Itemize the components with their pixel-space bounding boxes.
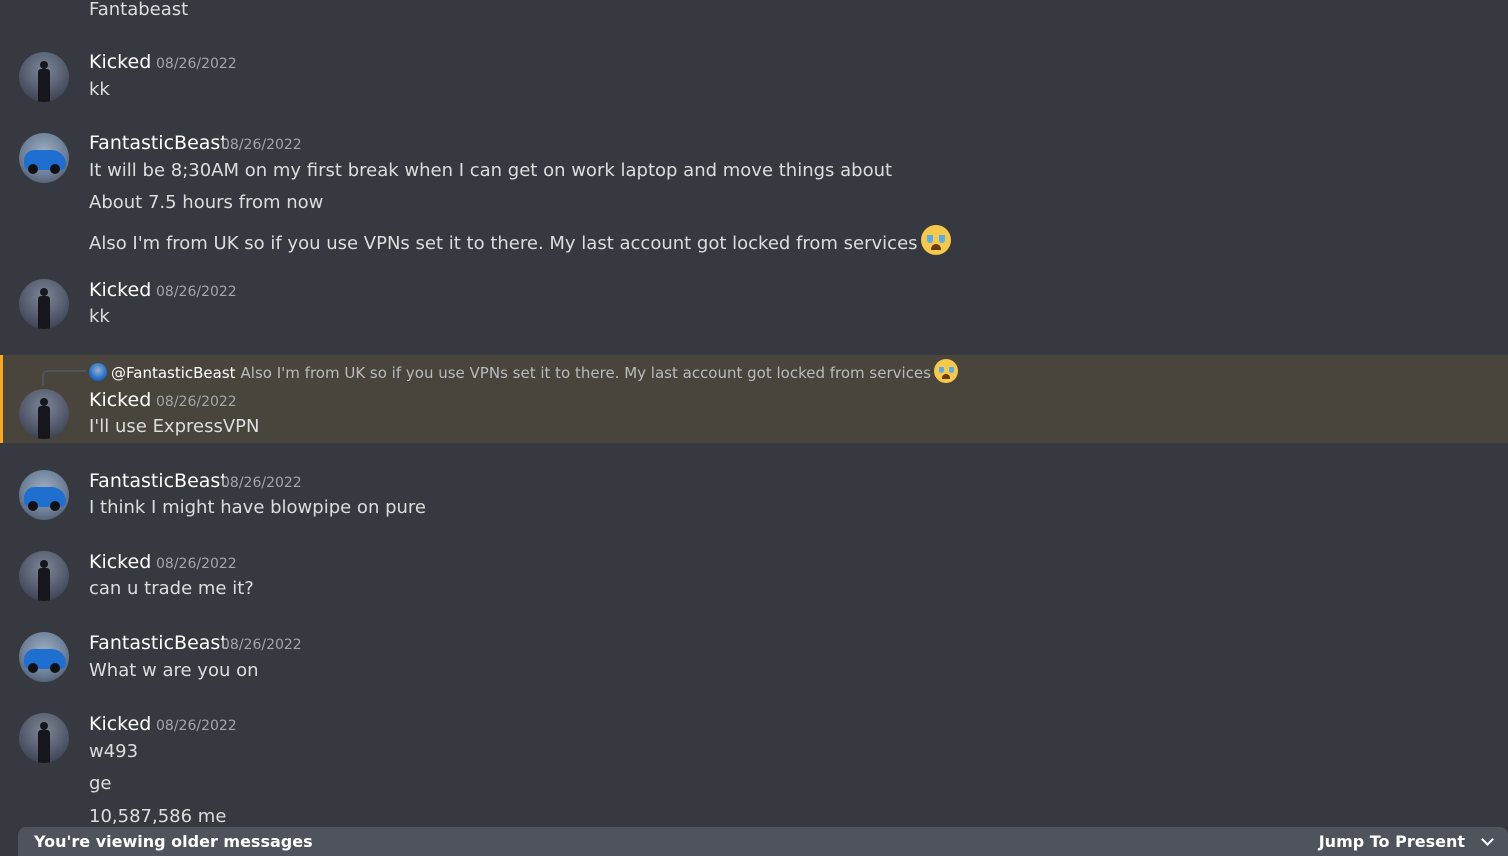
reply-preview-text[interactable]: Also I'm from UK so if you use VPNs set … (241, 364, 931, 382)
timestamp: 08/26/2022 (156, 556, 237, 572)
message-text-with-emoji: Also I'm from UK so if you use VPNs set … (89, 225, 951, 256)
timestamp: 08/26/2022 (156, 394, 237, 410)
username[interactable]: Kicked (89, 550, 151, 574)
message-text: About 7.5 hours from now (89, 192, 324, 213)
avatar-kicked[interactable] (19, 52, 69, 102)
reply-reference[interactable]: @FantasticBeast Also I'm from UK so if yo… (89, 359, 958, 383)
username[interactable]: FantasticBeast (89, 131, 228, 155)
message-text: ge (89, 773, 112, 794)
older-messages-notice: You're viewing older messages (34, 832, 313, 851)
message-text: What w are you on (89, 660, 259, 681)
username[interactable]: FantasticBeast (89, 631, 228, 655)
message-text: Fantabeast (89, 0, 189, 20)
username[interactable]: Kicked (89, 50, 151, 74)
username[interactable]: Kicked (89, 712, 151, 736)
username[interactable]: Kicked (89, 388, 151, 412)
message-text: Also I'm from UK so if you use VPNs set … (89, 233, 918, 254)
avatar-kicked[interactable] (19, 713, 69, 763)
message-text: It will be 8;30AM on my first break when… (89, 160, 893, 181)
message-text: I think I might have blowpipe on pure (89, 497, 426, 518)
timestamp: 08/26/2022 (221, 137, 302, 153)
message-text: w493 (89, 741, 139, 762)
timestamp: 08/26/2022 (156, 56, 237, 72)
message-text: kk (89, 79, 110, 100)
message-text: I'll use ExpressVPN (89, 416, 260, 437)
timestamp: 08/26/2022 (156, 718, 237, 734)
reply-avatar (89, 363, 107, 381)
loudly-crying-face-emoji (933, 359, 958, 383)
loudly-crying-face-emoji[interactable] (920, 225, 951, 255)
avatar-fantasticbeast[interactable] (19, 632, 69, 682)
chevron-down-icon (1481, 833, 1494, 846)
reply-connector (42, 370, 86, 386)
older-messages-bar: You're viewing older messages Jump To Pr… (18, 827, 1508, 856)
timestamp: 08/26/2022 (221, 637, 302, 653)
avatar-fantasticbeast[interactable] (19, 470, 69, 520)
message-text: can u trade me it? (89, 578, 254, 599)
jump-to-present-label: Jump To Present (1318, 832, 1465, 851)
username[interactable]: Kicked (89, 278, 151, 302)
timestamp: 08/26/2022 (221, 475, 302, 491)
avatar-kicked[interactable] (19, 279, 69, 329)
timestamp: 08/26/2022 (156, 284, 237, 300)
chat-message-list: Fantabeast Kicked 08/26/2022 kk Fantasti… (0, 0, 1508, 856)
message-text: 10,587,586 me (89, 806, 227, 827)
avatar-fantasticbeast[interactable] (19, 133, 69, 183)
username[interactable]: FantasticBeast (89, 469, 228, 493)
avatar-kicked[interactable] (19, 389, 69, 439)
reply-mention[interactable]: @FantasticBeast (111, 364, 236, 382)
avatar-kicked[interactable] (19, 551, 69, 601)
message-text: kk (89, 306, 110, 327)
jump-to-present-button[interactable]: Jump To Present (1318, 832, 1494, 851)
